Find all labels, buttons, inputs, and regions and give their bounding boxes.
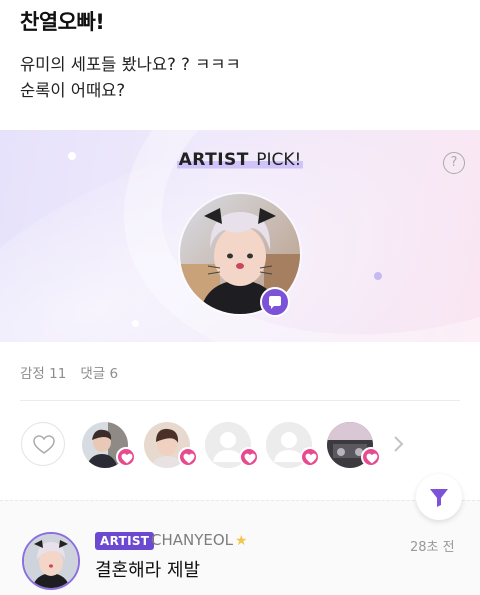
like-button[interactable] <box>21 422 65 466</box>
heart-icon <box>178 447 198 467</box>
reaction-row <box>0 420 480 472</box>
heart-icon <box>300 447 320 467</box>
comment-count[interactable]: 댓글 6 <box>80 366 118 382</box>
post-body-line: 유미의 세포들 봤나요? ? ㅋㅋㅋ <box>20 55 241 74</box>
comment-timestamp: 28초 전 <box>410 540 455 555</box>
heart-icon <box>116 447 136 467</box>
comment-author-avatar[interactable] <box>22 532 80 590</box>
artist-pick-title-bold: ARTIST <box>176 150 251 170</box>
artist-pick-title-rest: PICK! <box>250 150 304 170</box>
chevron-right-icon[interactable] <box>392 434 406 458</box>
decorative-dot <box>132 320 139 327</box>
help-icon[interactable]: ? <box>443 152 465 174</box>
decorative-dot <box>374 272 382 280</box>
comment-text: 결혼해라 제발 <box>95 560 201 581</box>
divider <box>0 500 480 501</box>
divider <box>20 400 460 401</box>
chat-bubble-icon <box>260 287 290 317</box>
emotion-count[interactable]: 감정 11 <box>20 366 66 382</box>
star-icon: ★ <box>235 533 248 549</box>
post-stats: 감정 11 댓글 6 <box>20 362 132 382</box>
post-body: 유미의 세포들 봤나요? ? ㅋㅋㅋ 순록이 어때요? <box>20 52 241 104</box>
filter-icon <box>430 489 448 507</box>
filter-button[interactable] <box>416 474 462 520</box>
post-title: 찬열오빠! <box>20 10 105 34</box>
post-header: 찬열오빠! 유미의 세포들 봤나요? ? ㅋㅋㅋ 순록이 어때요? <box>0 0 480 130</box>
heart-icon <box>239 447 259 467</box>
artist-pick-title: ARTIST PICK! <box>0 150 480 170</box>
heart-icon <box>361 447 381 467</box>
artist-pick-banner: ARTIST PICK! ? <box>0 130 480 342</box>
comment-author-name[interactable]: CHANYEOL <box>151 531 233 549</box>
post-body-line: 순록이 어때요? <box>20 81 126 100</box>
artist-badge: ARTIST <box>95 532 155 550</box>
heart-outline-icon <box>33 435 55 454</box>
